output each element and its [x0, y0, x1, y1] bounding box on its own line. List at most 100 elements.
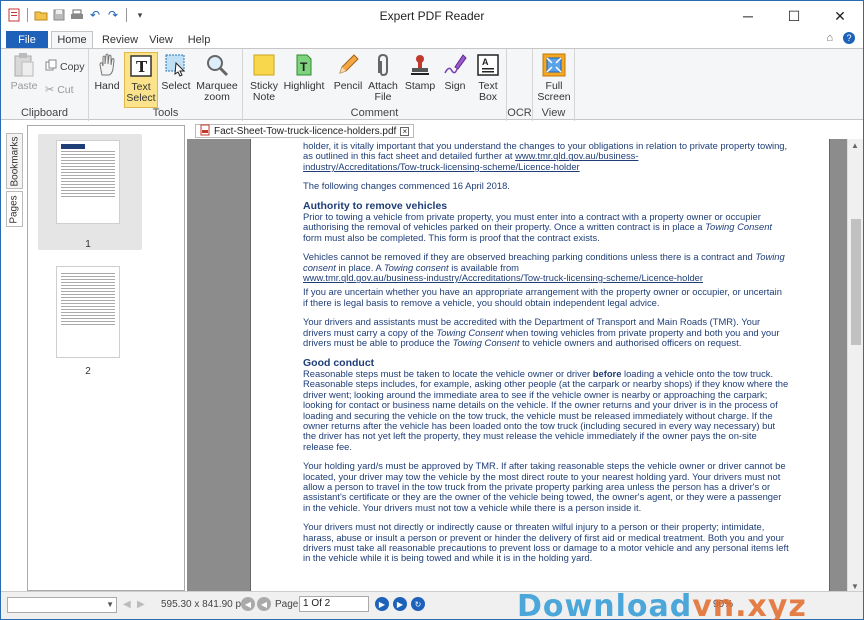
pencil-icon	[335, 52, 361, 78]
text-box-button[interactable]: A Text Box	[473, 52, 503, 103]
refresh-icon[interactable]: ↻	[411, 597, 425, 611]
tab-pages[interactable]: Pages	[6, 191, 23, 227]
nav-forward-icon[interactable]: ▶	[137, 599, 145, 610]
window-controls: ─ ☐ ✕	[725, 1, 863, 31]
highlight-button[interactable]: T Highlight	[283, 52, 325, 92]
scissors-icon: ✂	[45, 84, 55, 96]
signature-pen-icon	[442, 52, 468, 78]
vertical-scrollbar[interactable]: ▲ ▼	[847, 139, 863, 593]
select-area-icon	[163, 52, 189, 78]
help-icon[interactable]: ?	[843, 32, 855, 44]
watermark: Downloadvn.xyz	[517, 589, 807, 620]
scroll-up-icon[interactable]: ▲	[851, 141, 859, 150]
intro-link-cont[interactable]: industry/Accreditations/Tow-truck-licens…	[303, 161, 580, 172]
next-page-icon[interactable]: ▶	[375, 597, 389, 611]
status-combo[interactable]: ▼	[7, 597, 117, 613]
ribbon: Paste Copy ✂ Cut Clipboard Hand T Text S…	[1, 48, 863, 121]
authority-paragraph-4: Your drivers and assistants must be accr…	[303, 316, 780, 349]
authority-paragraph-2: Vehicles cannot be removed if they are o…	[303, 251, 785, 284]
page-thumbnail-image	[56, 140, 120, 224]
heading-good-conduct: Good conduct	[303, 356, 375, 369]
last-page-icon[interactable]: ▶	[393, 597, 407, 611]
tab-file[interactable]: File	[6, 31, 48, 48]
sticky-note-icon	[251, 52, 277, 78]
paste-icon	[11, 52, 37, 78]
page-content: holder, it is vitally important that you…	[303, 140, 789, 573]
licence-holder-link[interactable]: www.tmr.qld.gov.au/business-industry/Acc…	[303, 272, 703, 283]
scrollbar-thumb[interactable]	[851, 219, 861, 345]
tab-view[interactable]: View	[145, 31, 177, 48]
minimize-button[interactable]: ─	[725, 1, 771, 31]
document-tab[interactable]: Fact-Sheet-Tow-truck-licence-holders.pdf…	[195, 124, 415, 139]
document-area: Fact-Sheet-Tow-truck-licence-holders.pdf…	[187, 123, 863, 593]
page-thumbnail-number: 2	[85, 366, 91, 377]
select-button[interactable]: Select	[161, 52, 191, 92]
clipboard-group: Paste Copy ✂ Cut Clipboard	[1, 49, 89, 121]
scroll-down-icon[interactable]: ▼	[851, 582, 859, 591]
paste-button[interactable]: Paste	[9, 52, 39, 92]
close-document-icon[interactable]: ×	[400, 126, 410, 136]
sign-button[interactable]: Sign	[441, 52, 469, 92]
close-button[interactable]: ✕	[817, 1, 863, 31]
prev-page-icon[interactable]: ◀	[257, 597, 271, 611]
full-screen-button[interactable]: Full Screen	[537, 52, 571, 103]
title-bar: ↶ ↷ ▾ Expert PDF Reader ─ ☐ ✕	[1, 1, 863, 31]
page-thumbnail-image	[56, 266, 120, 358]
combo-dropdown-icon: ▼	[106, 600, 114, 609]
page-number-input[interactable]: 1 Of 2	[299, 596, 369, 612]
nav-back-icon[interactable]: ◀	[123, 599, 131, 610]
svg-text:T: T	[136, 58, 148, 76]
conduct-paragraph-1: Reasonable steps must be taken to locate…	[303, 367, 789, 452]
commenced-text: The following changes commenced 16 April…	[303, 180, 510, 192]
tab-review[interactable]: Review	[97, 31, 143, 48]
hand-icon	[94, 52, 120, 78]
attach-file-button[interactable]: Attach File	[367, 52, 399, 103]
document-tab-label: Fact-Sheet-Tow-truck-licence-holders.pdf	[214, 125, 397, 137]
ribbon-tabs: File Home Review View Help ⌂ ?	[1, 31, 863, 48]
marquee-zoom-button[interactable]: Marquee zoom	[195, 52, 239, 103]
page-thumbnail-number: 1	[85, 239, 91, 250]
authority-paragraph-3: If you are uncertain whether you have an…	[303, 286, 782, 308]
copy-button[interactable]: Copy	[45, 59, 85, 74]
copy-icon	[45, 59, 57, 74]
view-group-label: View	[541, 107, 566, 119]
first-page-icon[interactable]: ◀	[241, 597, 255, 611]
highlighter-icon: T	[291, 52, 317, 78]
pencil-button[interactable]: Pencil	[331, 52, 365, 92]
text-box-icon: A	[475, 52, 501, 78]
hand-tool-button[interactable]: Hand	[93, 52, 121, 92]
ocr-group: OCR	[507, 49, 533, 121]
paperclip-icon	[370, 52, 396, 78]
svg-text:T: T	[300, 60, 308, 74]
tab-bookmarks[interactable]: Bookmarks	[6, 133, 23, 189]
stamp-icon	[407, 52, 433, 78]
conduct-paragraph-2: Your holding yard/s must be approved by …	[303, 460, 786, 513]
stamp-button[interactable]: Stamp	[403, 52, 437, 92]
pdf-viewer[interactable]: holder, it is vitally important that you…	[187, 139, 847, 593]
sidebar-tabs: Bookmarks Pages	[6, 133, 24, 229]
comment-group: Sticky Note T Highlight Pencil Attach Fi…	[243, 49, 507, 121]
tab-home[interactable]: Home	[51, 31, 93, 48]
page-size-text: 595.30 x 841.90 pt	[161, 599, 244, 610]
collapse-ribbon-icon[interactable]: ⌂	[826, 32, 833, 44]
authority-paragraph-1: Prior to towing a vehicle from private p…	[303, 211, 773, 243]
tools-group: Hand T Text Select Select Marquee zoom T…	[89, 49, 243, 121]
page-thumbnail[interactable]	[38, 262, 142, 360]
tools-group-label: Tools	[152, 107, 179, 119]
text-select-button[interactable]: T Text Select	[124, 52, 158, 108]
comment-group-label: Comment	[350, 107, 399, 119]
ocr-group-label: OCR	[507, 107, 532, 119]
tab-help[interactable]: Help	[181, 31, 217, 48]
thumbnail-panel: 1 2	[27, 125, 185, 591]
intro-link[interactable]: www.tmr.qld.gov.au/business-	[515, 150, 638, 161]
app-window: ↶ ↷ ▾ Expert PDF Reader ─ ☐ ✕ File Home …	[0, 0, 864, 620]
cut-button[interactable]: ✂ Cut	[45, 83, 74, 97]
intro-paragraph: holder, it is vitally important that you…	[303, 140, 788, 172]
maximize-button[interactable]: ☐	[771, 1, 817, 31]
pdf-file-icon	[200, 124, 210, 139]
page-thumbnail[interactable]	[38, 134, 142, 250]
text-cursor-icon: T	[128, 53, 154, 79]
svg-text:A: A	[482, 57, 489, 67]
view-group: Full Screen View	[533, 49, 575, 121]
sticky-note-button[interactable]: Sticky Note	[249, 52, 279, 103]
